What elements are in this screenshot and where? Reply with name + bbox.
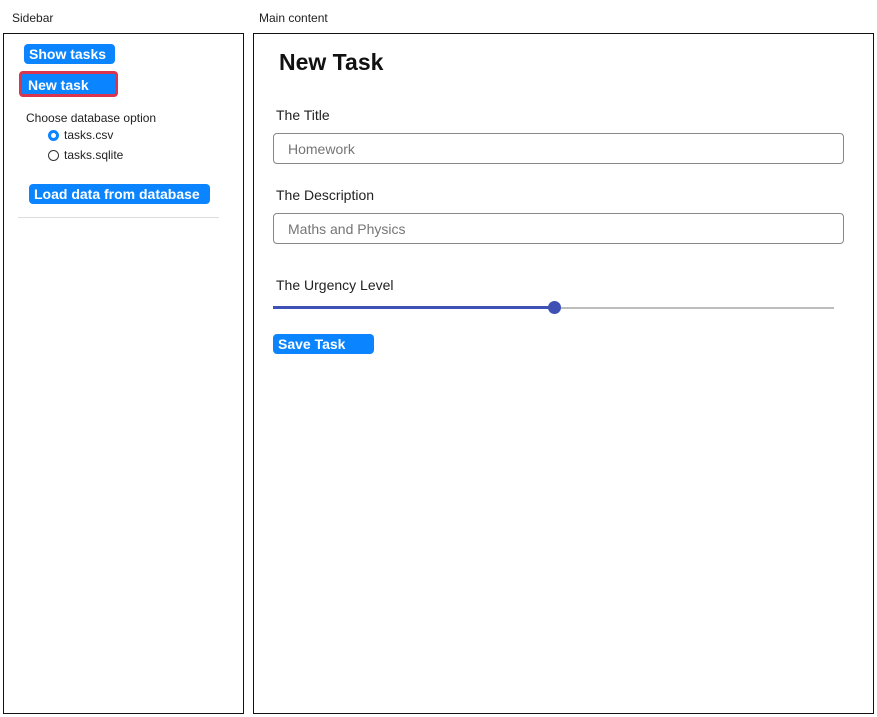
description-field-label: The Description [276,187,375,203]
database-option-heading: Choose database option [26,111,157,125]
radio-label-tasks-sqlite: tasks.sqlite [64,148,124,162]
slider-fill [273,306,554,309]
new-task-button[interactable]: New task [19,71,118,97]
radio-label-tasks-csv: tasks.csv [64,128,114,142]
radio-option-tasks-csv[interactable]: tasks.csv [48,128,113,142]
sidebar: Show tasks New task Choose database opti… [3,33,244,714]
radio-selected-icon[interactable] [48,129,59,141]
page-title: New Task [279,49,384,75]
sidebar-divider [18,217,219,218]
title-field-label: The Title [276,107,330,123]
urgency-level-label: The Urgency Level [276,277,394,293]
load-data-button[interactable]: Load data from database [29,184,210,204]
slider-thumb[interactable] [547,301,561,314]
main-content: New Task The Title The Description The U… [253,33,874,714]
description-input[interactable] [273,213,844,244]
title-input[interactable] [273,133,844,164]
radio-unselected-icon[interactable] [48,149,59,161]
sidebar-region-label: Sidebar [12,11,54,25]
show-tasks-button[interactable]: Show tasks [24,44,115,64]
urgency-slider[interactable] [273,300,834,316]
radio-option-tasks-sqlite[interactable]: tasks.sqlite [48,148,123,162]
main-region-label: Main content [259,11,328,25]
save-task-button[interactable]: Save Task [273,334,374,354]
